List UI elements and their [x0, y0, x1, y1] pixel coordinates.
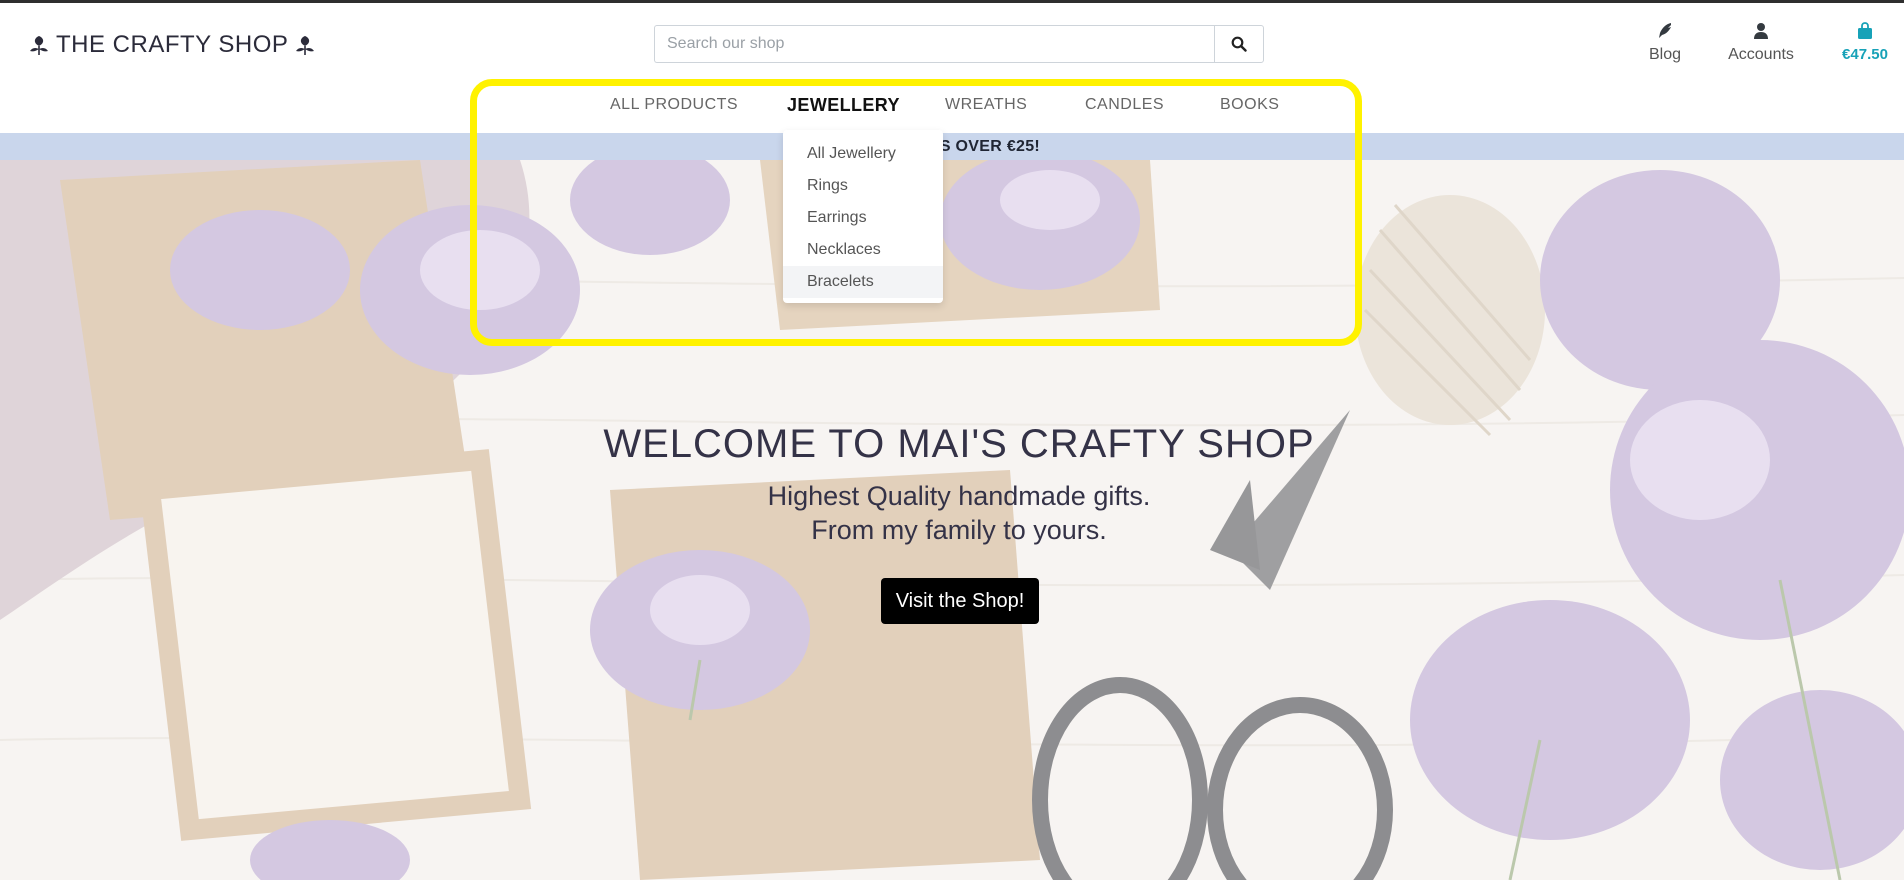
search-icon	[1231, 36, 1247, 52]
user-icon	[1754, 23, 1768, 39]
logo-text: THE CRAFTY SHOP	[56, 31, 289, 58]
nav-item-books[interactable]: BOOKS	[1220, 90, 1279, 120]
hero-section: WELCOME TO MAI'S CRAFTY SHOP Highest Qua…	[0, 160, 1904, 880]
leaf-icon	[296, 36, 315, 55]
pen-icon	[1659, 23, 1671, 38]
leaf-icon	[30, 36, 48, 55]
shopping-bag-icon	[1858, 22, 1872, 39]
blog-label: Blog	[1648, 46, 1682, 63]
main-nav: ALL PRODUCTS JEWELLERY WREATHS CANDLES B…	[0, 90, 1904, 134]
bag-total: €47.50	[1842, 46, 1888, 63]
dropdown-item-rings[interactable]: Rings	[783, 170, 943, 202]
nav-item-all-products[interactable]: ALL PRODUCTS	[610, 90, 738, 120]
shopping-bag-link[interactable]: €47.50	[1830, 22, 1900, 63]
visit-shop-button[interactable]: Visit the Shop!	[881, 578, 1039, 624]
dropdown-item-all-jewellery[interactable]: All Jewellery	[783, 138, 943, 170]
top-border	[0, 0, 1904, 3]
search-button[interactable]	[1214, 25, 1264, 63]
dropdown-item-necklaces[interactable]: Necklaces	[783, 234, 943, 266]
jewellery-dropdown-menu: All Jewellery Rings Earrings Necklaces B…	[783, 130, 943, 303]
nav-item-jewellery[interactable]: JEWELLERY	[787, 90, 900, 120]
nav-item-wreaths[interactable]: WREATHS	[945, 90, 1027, 120]
hero-title: WELCOME TO MAI'S CRAFTY SHOP	[603, 422, 1315, 466]
nav-item-candles[interactable]: CANDLES	[1085, 90, 1164, 120]
dropdown-item-earrings[interactable]: Earrings	[783, 202, 943, 234]
search-input[interactable]	[654, 25, 1214, 63]
site-logo[interactable]: THE CRAFTY SHOP	[29, 30, 315, 60]
hero-subtitle-line-2: From my family to yours.	[811, 515, 1107, 545]
search-bar	[654, 25, 1264, 63]
hero-subtitle-line-1: Highest Quality handmade gifts.	[767, 481, 1151, 511]
delivery-banner: N ORDERS OVER €25!	[0, 133, 1904, 160]
blog-link[interactable]: Blog	[1630, 22, 1700, 64]
accounts-link[interactable]: Accounts	[1718, 22, 1804, 64]
dropdown-item-bracelets[interactable]: Bracelets	[783, 266, 943, 298]
accounts-label: Accounts	[1728, 46, 1794, 63]
